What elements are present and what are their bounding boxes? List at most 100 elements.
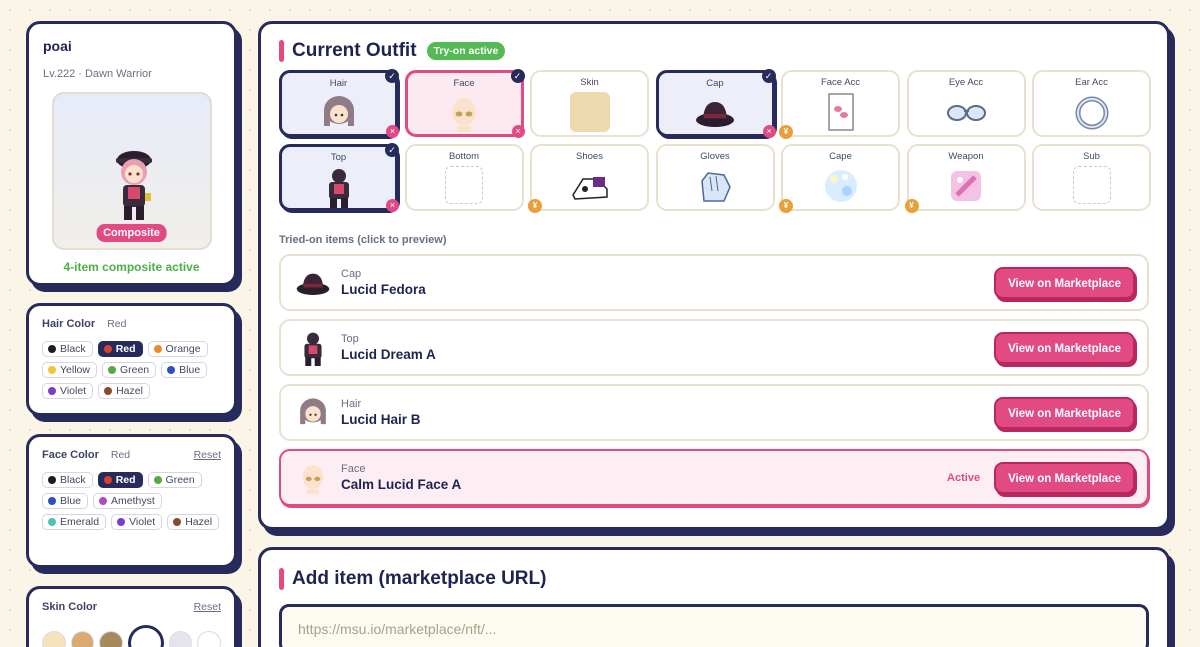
slot-bottom[interactable]: Bottom [404,144,524,211]
current-outfit-panel: Current Outfit Try-on active Hair ✓ × Face ✓… [258,21,1170,530]
fedora-icon [694,92,736,134]
tried-item-row[interactable]: Cap Lucid Fedora View on Marketplace [279,254,1149,311]
gloves-icon [694,165,736,207]
face-color-options: Black Red Green Blue Amethyst Emerald Violet Ha… [42,472,221,530]
skin-swatch-5[interactable] [168,631,193,647]
skin-swatch-3[interactable] [99,631,124,647]
tried-item-name: Lucid Dream A [341,347,436,362]
active-label: Active [947,471,981,484]
slot-weapon[interactable]: Weapon ¥ [904,144,1026,213]
hair-color-chip-red[interactable]: Red [97,341,143,357]
hair-color-panel: Hair Color Red Black Red Orange Yellow Green… [26,303,237,416]
section-accent-bar [279,40,284,62]
slot-face-acc[interactable]: Face Acc ¥ [779,70,900,139]
tried-item-text: Face Calm Lucid Face A [341,463,461,492]
slot-top[interactable]: Top ✓ × [279,143,399,212]
slot-cape[interactable]: Cape ¥ [779,144,900,213]
hair-icon [295,395,331,431]
checkmark-icon: ✓ [510,69,525,83]
shoes-icon [569,165,611,207]
chip-label: Blue [179,364,201,376]
character-name: poai [43,38,72,54]
hair-color-chip-yellow[interactable]: Yellow [42,362,97,378]
skin-swatch-6[interactable] [197,631,222,647]
chip-label: Black [60,474,86,486]
tried-item-type: Cap [341,268,362,280]
slot-face[interactable]: Face ✓ × [404,69,525,138]
hair-color-options: Black Red Orange Yellow Green Blue Violet Hazel [42,341,221,399]
outfit-title: Current Outfit [292,40,417,61]
hair-color-chip-green[interactable]: Green [101,362,157,378]
hair-color-title: Hair Color [42,318,96,330]
earring-icon [1071,91,1113,133]
skin-color-reset-link[interactable]: Reset [194,601,221,613]
face-color-reset-link[interactable]: Reset [194,449,221,461]
slot-ear-acc[interactable]: Ear Acc [1032,70,1151,137]
face-color-chip-green[interactable]: Green [147,472,202,488]
color-dot-icon [117,518,126,526]
remove-item-icon[interactable]: × [511,125,525,138]
glasses-icon [945,91,987,133]
face-icon [295,460,331,496]
slot-label: Eye Acc [948,77,984,88]
slot-skin[interactable]: Skin [530,70,649,137]
tried-on-label: Tried-on items (click to preview) [279,234,447,246]
tried-item-text: Cap Lucid Fedora [341,268,426,297]
remove-item-icon[interactable]: × [762,125,776,138]
checkmark-icon: ✓ [385,143,399,157]
tried-item-row[interactable]: Hair Lucid Hair B View on Marketplace [279,384,1149,441]
skin-swatch-1[interactable] [42,631,66,647]
view-on-marketplace-button[interactable]: View on Marketplace [994,266,1135,299]
view-on-marketplace-button[interactable]: View on Marketplace [994,396,1135,429]
face-color-selected: Red [110,449,131,461]
chip-label: Orange [165,343,201,355]
tried-item-row[interactable]: Face Calm Lucid Face A Active View on Marke… [279,449,1149,506]
slot-shoes[interactable]: Shoes ¥ [528,144,649,213]
tried-item-row[interactable]: Top Lucid Dream A View on Marketplace [279,319,1149,376]
skin-swatch-2[interactable] [70,631,95,647]
color-dot-icon [103,476,112,484]
hair-color-chip-hazel[interactable]: Hazel [98,383,150,399]
face-color-chip-emerald[interactable]: Emerald [42,514,107,530]
slot-eye-acc[interactable]: Eye Acc [906,70,1026,137]
view-on-marketplace-button[interactable]: View on Marketplace [994,331,1135,364]
slot-label: Cap [706,78,724,89]
skin-swatch-4[interactable] [128,625,164,647]
face-color-chip-hazel[interactable]: Hazel [167,514,220,530]
character-avatar-icon [115,151,152,220]
slot-gloves[interactable]: Gloves [655,144,775,211]
add-item-panel: Add item (marketplace URL) [258,547,1170,647]
remove-item-icon[interactable]: × [386,125,399,138]
marketplace-url-input[interactable] [279,604,1149,647]
fedora-icon [295,265,331,301]
face-color-chip-amethyst[interactable]: Amethyst [93,493,162,509]
checkmark-icon: ✓ [385,69,399,83]
character-level: Lv.222 · Dawn Warrior [43,68,152,80]
skin-color-panel: Skin Color Reset [26,586,237,647]
face-color-chip-black[interactable]: Black [42,472,93,488]
slot-hair[interactable]: Hair ✓ × [279,69,399,138]
checkmark-icon: ✓ [761,69,776,83]
tried-item-name: Calm Lucid Face A [341,477,462,492]
hair-color-chip-orange[interactable]: Orange [147,341,208,357]
view-on-marketplace-button[interactable]: View on Marketplace [994,461,1135,494]
weapon-icon [945,165,987,207]
remove-item-icon[interactable]: × [386,199,399,212]
hair-color-chip-blue[interactable]: Blue [161,362,208,378]
hair-color-chip-black[interactable]: Black [42,341,93,357]
color-dot-icon [103,345,112,353]
tried-item-type: Top [341,333,359,345]
face-color-chip-blue[interactable]: Blue [42,493,89,509]
slot-sub[interactable]: Sub [1032,144,1151,211]
section-accent-bar [279,568,284,590]
color-dot-icon [48,518,56,526]
slot-cap[interactable]: Cap ✓ × [655,69,776,138]
face-color-chip-red[interactable]: Red [97,472,143,488]
color-dot-icon [48,387,56,395]
face-color-chip-violet[interactable]: Violet [111,514,163,530]
slot-label: Skin [580,77,599,88]
tried-item-type: Hair [341,398,362,410]
chip-label: Emerald [60,516,100,528]
hair-color-chip-violet[interactable]: Violet [42,383,94,399]
color-dot-icon [104,387,113,395]
